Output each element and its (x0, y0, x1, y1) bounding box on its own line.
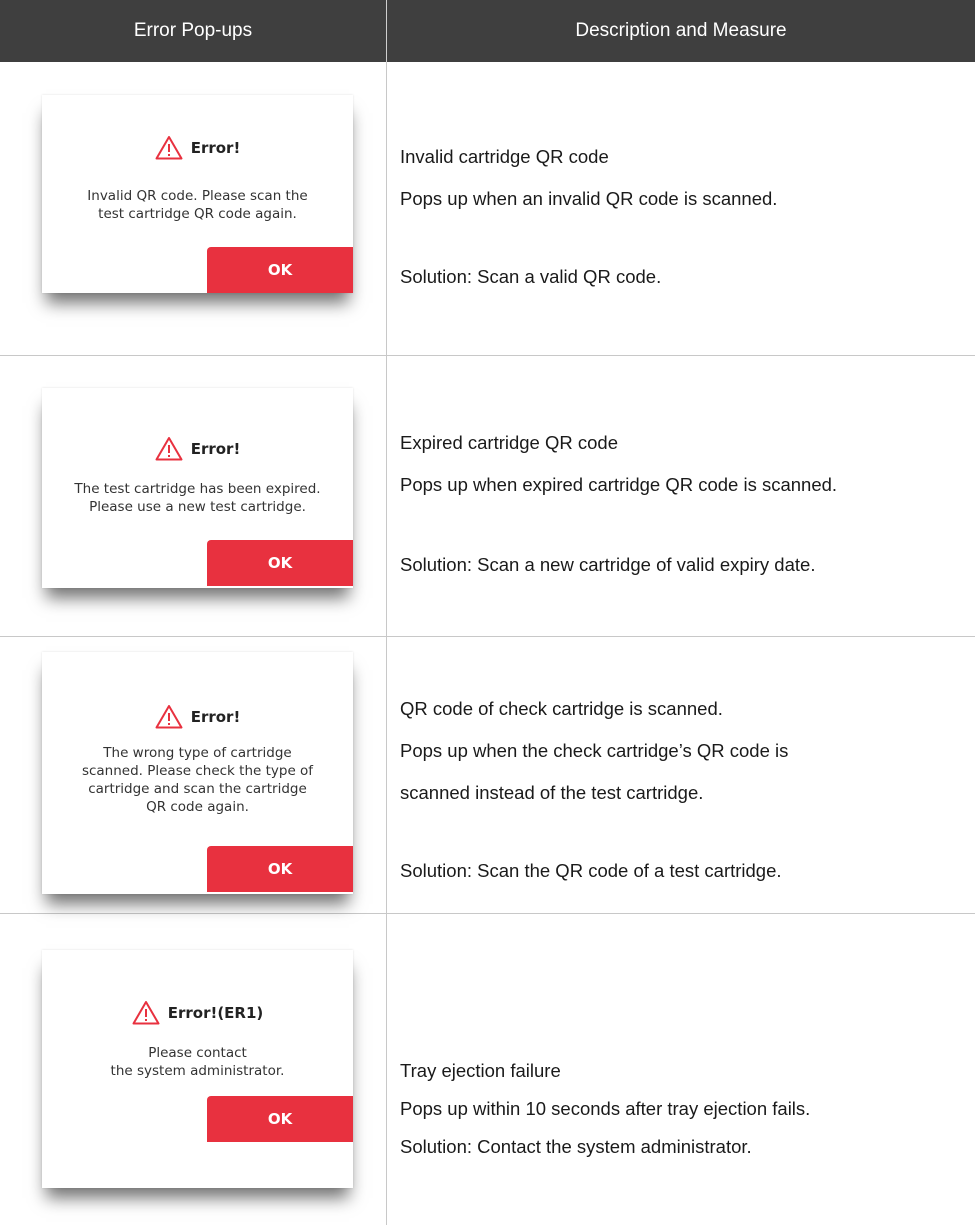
description-line: Invalid cartridge QR code (400, 146, 609, 167)
warning-triangle-icon (155, 705, 183, 729)
solution-text: Solution: Scan a new cartridge of valid … (400, 554, 816, 575)
row-divider (0, 355, 975, 356)
column-header-description: Description and Measure (575, 20, 787, 41)
popup-message-line: Please use a new test cartridge. (89, 499, 306, 515)
popup-title-text: Error! (190, 138, 241, 157)
ok-button[interactable]: OK (207, 1096, 353, 1142)
description-line: QR code of check cartridge is scanned. (400, 698, 723, 719)
popup-title-text: Error! (190, 707, 241, 726)
description-line: Pops up when the check cartridge’s QR co… (400, 740, 789, 761)
warning-triangle-icon (155, 437, 183, 461)
solution-text: Solution: Scan a valid QR code. (400, 266, 662, 287)
description-line: Expired cartridge QR code (400, 432, 618, 453)
popup-message-line: The test cartridge has been expired. (74, 481, 321, 497)
popup-title-text: Error! (190, 439, 241, 458)
column-divider (386, 62, 387, 1225)
popup-message-line: Invalid QR code. Please scan the (87, 188, 308, 204)
popup-title: Error! (42, 704, 353, 729)
description-line: Pops up when an invalid QR code is scann… (400, 188, 778, 209)
popup-message-line: QR code again. (146, 799, 249, 815)
popup-message: The wrong type of cartridge scanned. Ple… (52, 744, 343, 816)
error-popup: Error!(ER1) Please contact the system ad… (42, 950, 353, 1188)
description-line: Pops up within 10 seconds after tray eje… (400, 1098, 811, 1119)
popup-message: Invalid QR code. Please scan the test ca… (52, 187, 343, 223)
popup-message-line: cartridge and scan the cartridge (88, 781, 307, 797)
popup-message: The test cartridge has been expired. Ple… (52, 480, 343, 516)
error-popups-table: Error Pop-ups Description and Measure Er… (0, 0, 975, 1225)
solution-text: Solution: Scan the QR code of a test car… (400, 860, 782, 881)
popup-message-line: Please contact (148, 1045, 247, 1061)
popup-title: Error! (42, 436, 353, 461)
ok-button[interactable]: OK (207, 540, 353, 586)
popup-message-line: scanned. Please check the type of (81, 763, 314, 779)
popup-message-line: the system administrator. (110, 1063, 285, 1079)
error-popup: Error! Invalid QR code. Please scan the … (42, 95, 353, 293)
popup-message: Please contact the system administrator. (52, 1044, 343, 1080)
column-header-error-popups: Error Pop-ups (133, 20, 253, 41)
row-divider (0, 636, 975, 637)
description-line: Tray ejection failure (400, 1060, 561, 1081)
description-line: Pops up when expired cartridge QR code i… (400, 474, 838, 495)
error-popup: Error! The test cartridge has been expir… (42, 388, 353, 588)
row-divider (0, 913, 975, 914)
warning-triangle-icon (132, 1001, 160, 1025)
description-line: scanned instead of the test cartridge. (400, 782, 704, 803)
popup-title: Error!(ER1) (42, 1000, 353, 1025)
error-popup: Error! The wrong type of cartridge scann… (42, 652, 353, 894)
popup-message-line: The wrong type of cartridge (103, 745, 292, 761)
popup-message-line: test cartridge QR code again. (98, 206, 297, 222)
ok-button[interactable]: OK (207, 247, 353, 293)
popup-title: Error! (42, 135, 353, 160)
warning-triangle-icon (155, 136, 183, 160)
ok-button[interactable]: OK (207, 846, 353, 892)
solution-text: Solution: Contact the system administrat… (400, 1136, 752, 1157)
popup-title-text: Error!(ER1) (167, 1003, 264, 1022)
table-header: Error Pop-ups Description and Measure (0, 0, 975, 62)
